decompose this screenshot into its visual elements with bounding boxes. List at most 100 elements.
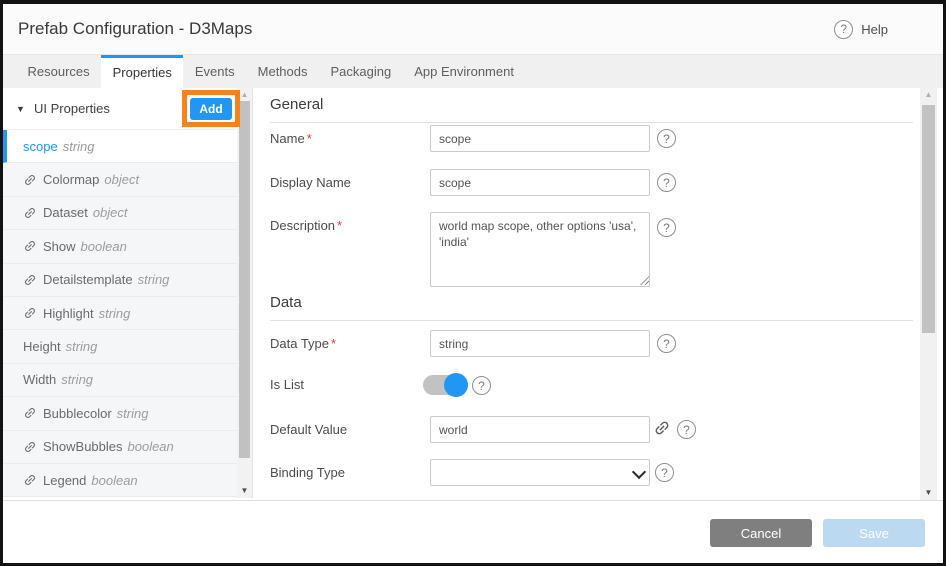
title-bar: Prefab Configuration - D3Maps ? Help (3, 4, 943, 55)
dialog-title: Prefab Configuration - D3Maps (18, 4, 252, 54)
name-help-icon[interactable]: ? (657, 129, 676, 148)
tab-methods[interactable]: Methods (246, 55, 319, 88)
property-list: scope string Colormap object Dataset object Sh… (3, 130, 237, 497)
sidebar-item-width[interactable]: Width string (3, 364, 237, 397)
save-button[interactable]: Save (823, 519, 925, 547)
name-input[interactable] (430, 125, 650, 152)
tab-packaging[interactable]: Packaging (319, 55, 403, 88)
link-icon (23, 273, 37, 287)
property-type: object (104, 172, 139, 187)
link-icon (23, 239, 37, 253)
help-icon[interactable]: ? (834, 20, 853, 39)
sidebar-item-colormap[interactable]: Colormap object (3, 163, 237, 196)
footer-divider (3, 500, 943, 501)
link-icon (23, 206, 37, 220)
binding-type-help-icon[interactable]: ? (655, 463, 674, 482)
form-scrollbar-thumb[interactable] (922, 105, 935, 333)
description-textarea[interactable]: world map scope, other options 'usa', 'i… (430, 212, 650, 287)
properties-sidebar: ▼ UI Properties Add scope string Colormap o… (3, 88, 237, 498)
is-list-toggle[interactable] (423, 375, 465, 395)
display-name-label: Display Name (270, 169, 351, 196)
sidebar-scrollbar[interactable]: ▲ ▼ (237, 88, 253, 498)
bind-link-icon[interactable] (653, 419, 671, 442)
help-label: Help (861, 22, 888, 37)
property-name: Highlight (43, 306, 94, 321)
property-name: Show (43, 239, 76, 254)
data-type-input[interactable] (430, 330, 650, 357)
property-name: Colormap (43, 172, 99, 187)
required-marker: * (331, 336, 336, 351)
property-name: Dataset (43, 205, 88, 220)
help-button[interactable]: ? Help (834, 4, 888, 54)
property-type: string (61, 372, 93, 387)
property-type: object (93, 205, 128, 220)
data-section-title: Data (270, 294, 913, 321)
sidebar-item-scope[interactable]: scope string (3, 130, 237, 163)
sidebar-item-show[interactable]: Show boolean (3, 230, 237, 263)
toggle-knob[interactable] (444, 373, 468, 397)
name-label: Name* (270, 125, 312, 152)
default-value-help-icon[interactable]: ? (677, 420, 696, 439)
scroll-down-icon[interactable]: ▼ (237, 485, 252, 497)
scroll-up-icon[interactable]: ▲ (920, 89, 937, 101)
sidebar-item-bubblecolor[interactable]: Bubblecolor string (3, 397, 237, 430)
sidebar-item-detailstemplate[interactable]: Detailstemplate string (3, 264, 237, 297)
description-help-icon[interactable]: ? (657, 218, 676, 237)
is-list-label: Is List (270, 373, 304, 397)
is-list-help-icon[interactable]: ? (472, 376, 491, 395)
scroll-up-icon[interactable]: ▲ (237, 89, 252, 101)
tab-events[interactable]: Events (183, 55, 246, 88)
ui-properties-header[interactable]: ▼ UI Properties Add (3, 88, 237, 130)
property-name: Legend (43, 473, 86, 488)
property-type: string (138, 272, 170, 287)
tab-resources[interactable]: Resources (16, 55, 101, 88)
default-value-label: Default Value (270, 416, 347, 443)
tab-app-environment[interactable]: App Environment (403, 55, 526, 88)
property-type: boolean (81, 239, 127, 254)
link-icon (23, 406, 37, 420)
sidebar-item-legend[interactable]: Legend boolean (3, 464, 237, 497)
collapse-caret-icon[interactable]: ▼ (16, 104, 25, 114)
add-property-button[interactable]: Add (190, 98, 232, 120)
display-name-input[interactable] (430, 169, 650, 196)
property-name: Width (23, 372, 56, 387)
property-type: string (117, 406, 149, 421)
default-value-input[interactable] (430, 416, 650, 443)
property-name: Detailstemplate (43, 272, 133, 287)
sidebar-item-height[interactable]: Height string (3, 330, 237, 363)
required-marker: * (337, 218, 342, 233)
tab-properties[interactable]: Properties (101, 55, 183, 88)
link-icon (23, 440, 37, 454)
data-type-label: Data Type* (270, 330, 336, 357)
property-type: string (63, 139, 95, 154)
property-name: ShowBubbles (43, 439, 123, 454)
property-type: boolean (91, 473, 137, 488)
property-name: scope (23, 139, 58, 154)
form-scrollbar[interactable]: ▲ ▼ (920, 88, 937, 500)
scroll-down-icon[interactable]: ▼ (920, 487, 937, 499)
sidebar-item-highlight[interactable]: Highlight string (3, 297, 237, 330)
property-type: boolean (128, 439, 174, 454)
required-marker: * (307, 131, 312, 146)
property-type: string (66, 339, 98, 354)
data-type-help-icon[interactable]: ? (657, 334, 676, 353)
display-name-help-icon[interactable]: ? (657, 173, 676, 192)
sidebar-scrollbar-thumb[interactable] (239, 101, 250, 458)
description-label: Description* (270, 212, 342, 239)
sidebar-item-showbubbles[interactable]: ShowBubbles boolean (3, 431, 237, 464)
link-icon (23, 306, 37, 320)
property-form: General Name* ? Display Name ? Descripti… (253, 88, 917, 500)
property-name: Bubblecolor (43, 406, 112, 421)
property-name: Height (23, 339, 61, 354)
binding-type-label: Binding Type (270, 459, 345, 486)
general-section-title: General (270, 96, 913, 123)
ui-properties-label: UI Properties (34, 88, 110, 130)
link-icon (23, 173, 37, 187)
tab-bar: Resources Properties Events Methods Pack… (3, 55, 943, 88)
cancel-button[interactable]: Cancel (710, 519, 812, 547)
binding-type-select[interactable] (430, 459, 650, 486)
prefab-configuration-dialog: Prefab Configuration - D3Maps ? Help Res… (0, 0, 946, 566)
property-type: string (99, 306, 131, 321)
sidebar-item-dataset[interactable]: Dataset object (3, 197, 237, 230)
link-icon (23, 473, 37, 487)
